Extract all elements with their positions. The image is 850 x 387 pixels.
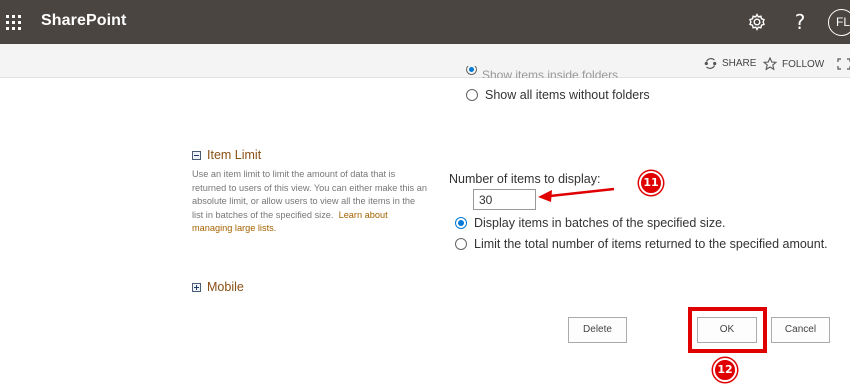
ok-button[interactable]: OK xyxy=(697,317,757,343)
step-12-badge: 12 xyxy=(713,358,737,382)
item-limit-description-text: Use an item limit to limit the amount of… xyxy=(192,169,427,220)
mobile-section-header[interactable]: Mobile xyxy=(192,280,244,294)
number-of-items-label: Number of items to display: xyxy=(449,172,601,186)
show-all-without-folders-label: Show all items without folders xyxy=(485,88,650,102)
app-launcher-icon[interactable] xyxy=(0,0,26,44)
step-11-badge: 11 xyxy=(639,171,663,195)
radio-limit-total-items[interactable] xyxy=(455,238,467,250)
expand-icon[interactable] xyxy=(192,282,201,292)
follow-button[interactable]: FOLLOW xyxy=(763,57,824,71)
show-all-without-folders-option[interactable]: Show all items without folders xyxy=(466,88,650,102)
delete-button[interactable]: Delete xyxy=(568,317,627,343)
cancel-button[interactable]: Cancel xyxy=(771,317,830,343)
radio-display-in-batches[interactable] xyxy=(455,217,467,229)
command-bar: SHARE FOLLOW xyxy=(0,44,850,78)
share-label: SHARE xyxy=(722,58,757,69)
collapse-icon[interactable] xyxy=(192,150,201,160)
suite-bar: SharePoint ? FL xyxy=(0,0,850,44)
share-icon xyxy=(704,58,717,69)
radio-partial[interactable] xyxy=(466,66,477,75)
folder-option-partial: Show items inside folders xyxy=(466,66,626,78)
annotation-arrow-icon xyxy=(538,187,615,202)
display-in-batches-option[interactable]: Display items in batches of the specifie… xyxy=(455,216,726,230)
mobile-heading: Mobile xyxy=(207,280,244,294)
app-title[interactable]: SharePoint xyxy=(41,12,126,30)
limit-total-items-label: Limit the total number of items returned… xyxy=(474,237,828,251)
focus-mode-icon[interactable] xyxy=(837,58,850,70)
gear-icon[interactable] xyxy=(746,11,768,33)
radio-show-all-without-folders[interactable] xyxy=(466,89,478,101)
folder-option-partial-label: Show items inside folders xyxy=(482,68,619,78)
item-limit-description: Use an item limit to limit the amount of… xyxy=(192,168,428,236)
user-avatar[interactable]: FL xyxy=(828,9,850,36)
help-icon[interactable]: ? xyxy=(789,11,811,33)
star-icon xyxy=(763,57,777,71)
item-limit-section-header[interactable]: Item Limit xyxy=(192,148,261,162)
share-button[interactable]: SHARE xyxy=(704,57,756,70)
display-in-batches-label: Display items in batches of the specifie… xyxy=(474,216,726,230)
item-limit-heading: Item Limit xyxy=(207,148,262,162)
limit-total-items-option[interactable]: Limit the total number of items returned… xyxy=(455,237,828,251)
number-of-items-input[interactable] xyxy=(473,189,536,210)
follow-label: FOLLOW xyxy=(782,58,825,70)
sharepoint-view-settings-page: SharePoint ? FL SHARE FOLLOW Show items … xyxy=(0,0,850,387)
